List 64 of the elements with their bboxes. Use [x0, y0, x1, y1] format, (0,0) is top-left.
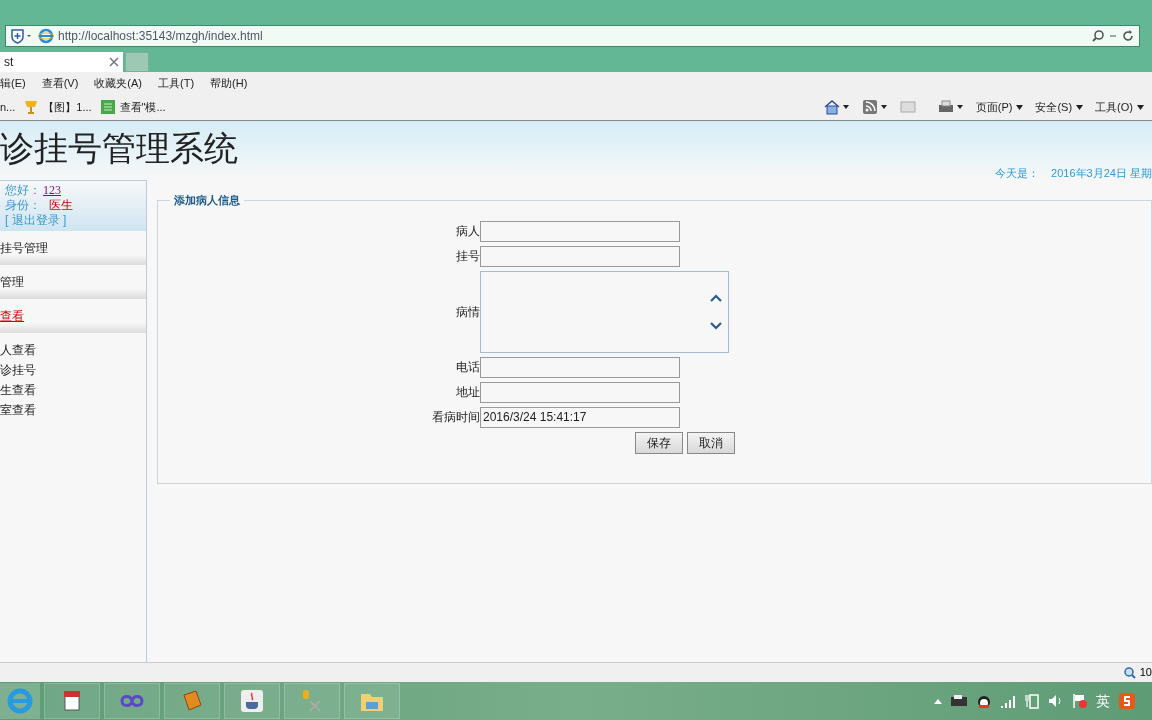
input-field[interactable]: 2016/3/24 15:41:17	[480, 406, 680, 428]
field-label: 挂号	[455, 248, 480, 265]
refresh-icon[interactable]	[1121, 29, 1135, 43]
tab-label: st	[4, 54, 14, 71]
field-label: 病人	[455, 223, 480, 240]
zoom-level[interactable]: 10	[1139, 664, 1152, 681]
favorite-link[interactable]: n...	[0, 98, 16, 116]
command-menu[interactable]: 页面(P)	[975, 98, 1024, 116]
command-label: 页面(P)	[975, 99, 1013, 115]
search-icon[interactable]	[1091, 29, 1105, 43]
form-button[interactable]: 保存	[635, 431, 683, 454]
role-text: 医生	[49, 198, 73, 213]
input-field[interactable]	[480, 356, 680, 378]
input-field[interactable]	[480, 220, 680, 242]
print-icon[interactable]	[937, 99, 964, 115]
sidebar-item[interactable]: 人查看	[0, 341, 146, 361]
favorite-link[interactable]: 查看"模...	[99, 98, 166, 116]
command-menu[interactable]: 安全(S)	[1035, 98, 1084, 116]
browser-tab[interactable]: st	[0, 52, 123, 72]
speaker-icon[interactable]	[1048, 694, 1064, 708]
greeting-label: 您好：	[5, 183, 41, 198]
shield-icon[interactable]	[10, 28, 34, 44]
input-method-icon[interactable]	[1118, 692, 1136, 710]
scroll-up-icon[interactable]	[710, 293, 722, 302]
sidebar-item[interactable]: 生查看	[0, 381, 146, 401]
cup-icon[interactable]	[238, 687, 266, 715]
menu-item[interactable]: 工具(T)	[158, 74, 195, 92]
date-label: 今天是：	[995, 166, 1040, 181]
command-label: 工具(O)	[1095, 99, 1133, 115]
field-label: 电话	[455, 359, 480, 376]
menu-item[interactable]: 帮助(H)	[210, 74, 248, 92]
printer-tray-icon[interactable]	[950, 694, 968, 708]
sidebar-item[interactable]: 室查看	[0, 401, 146, 421]
field-label: 地址	[455, 384, 480, 401]
date-text: 2016年3月24日 星期	[1051, 166, 1152, 181]
flag-error-icon[interactable]	[1072, 693, 1088, 709]
sidebar-item[interactable]: 诊挂号	[0, 361, 146, 381]
signal-icon[interactable]	[1000, 694, 1016, 708]
form-button[interactable]: 取消	[687, 431, 735, 454]
globe-e-icon	[38, 28, 54, 44]
role-label: 身份：	[5, 198, 41, 213]
input-field[interactable]	[480, 245, 680, 267]
field-label: 病情	[455, 303, 480, 321]
menu-item[interactable]: 辑(E)	[0, 74, 26, 92]
address-field[interactable]: http://localhost:35143/mzgh/index.html	[5, 25, 1140, 47]
zoom-icon[interactable]	[1123, 666, 1136, 679]
command-label: 安全(S)	[1035, 99, 1073, 115]
scroll-down-icon[interactable]	[710, 321, 722, 330]
input-field[interactable]	[480, 381, 680, 403]
home-icon[interactable]	[823, 99, 850, 115]
url-text: http://localhost:35143/mzgh/index.html	[58, 28, 264, 45]
trophy-icon	[23, 99, 40, 115]
feed-icon[interactable]	[861, 99, 888, 115]
menu-item[interactable]: 查看(V)	[41, 74, 79, 92]
field-label: 看病时间	[431, 409, 480, 426]
menu-item[interactable]: 收藏夹(A)	[94, 74, 142, 92]
form-legend: 添加病人信息	[170, 192, 244, 209]
system-title: 诊挂号管理系统	[0, 129, 238, 169]
close-icon[interactable]	[109, 57, 119, 67]
favorite-link[interactable]: 【图】1...	[23, 98, 92, 116]
user-link[interactable]: 123	[43, 183, 61, 198]
show-hidden-icon[interactable]	[934, 698, 942, 704]
page-icon	[99, 99, 116, 115]
command-menu[interactable]: 工具(O)	[1095, 98, 1144, 116]
